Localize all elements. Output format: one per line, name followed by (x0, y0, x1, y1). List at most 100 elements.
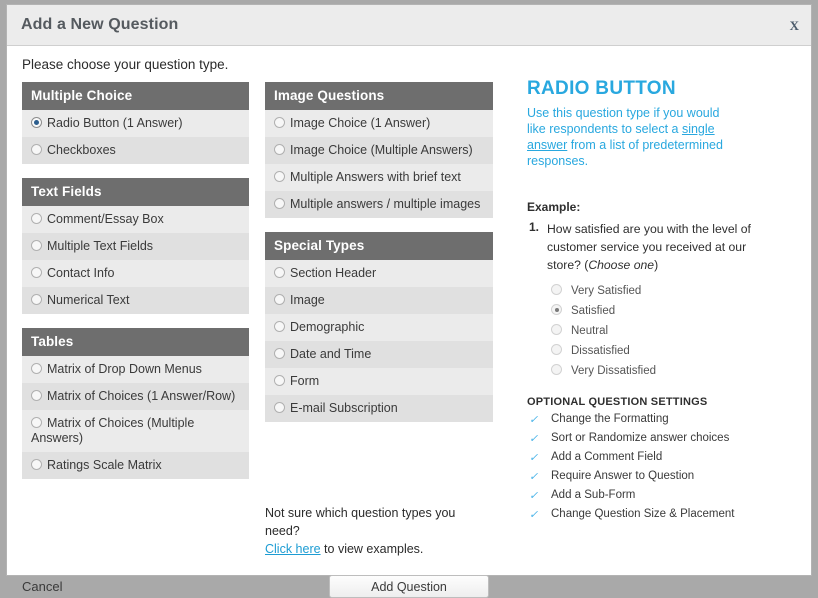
add-question-dialog: Add a New Question X Please choose your … (6, 4, 812, 598)
radio-icon[interactable] (274, 117, 285, 128)
radio-icon[interactable] (274, 267, 285, 278)
example-question-text: How satisfied are you with the level of … (547, 222, 751, 272)
question-type-option[interactable]: Date and Time (265, 341, 493, 368)
example-choice[interactable]: Very Satisfied (551, 284, 799, 298)
question-type-option[interactable]: Section Header (265, 260, 493, 287)
question-type-option[interactable]: E-mail Subscription (265, 395, 493, 422)
checkmark-icon: ✓ (529, 509, 539, 521)
radio-icon[interactable] (31, 390, 42, 401)
checkmark-icon: ✓ (529, 452, 539, 464)
radio-icon[interactable] (274, 144, 285, 155)
example-question-number: 1. (529, 220, 540, 234)
instruction-text: Please choose your question type. (22, 57, 229, 72)
question-type-option[interactable]: Matrix of Choices (Multiple Answers) (22, 410, 249, 452)
radio-icon[interactable] (31, 240, 42, 251)
radio-icon[interactable] (551, 284, 562, 295)
question-type-option[interactable]: Matrix of Choices (1 Answer/Row) (22, 383, 249, 410)
radio-icon[interactable] (274, 171, 285, 182)
helper-text: Not sure which question types you need? … (265, 504, 493, 558)
group-header: Special Types (265, 232, 493, 260)
example-choice-list: Very Satisfied Satisfied Neutral Dissatisfi… (527, 284, 799, 378)
question-type-option[interactable]: Demographic (265, 314, 493, 341)
question-type-column-left: Multiple Choice Radio Button (1 Answer) Ch… (22, 82, 249, 493)
checkmark-icon: ✓ (529, 414, 539, 426)
page-title: Add a New Question (21, 16, 179, 33)
radio-icon[interactable] (274, 348, 285, 359)
screen: Add a New Question X Please choose your … (0, 0, 818, 598)
question-type-option[interactable]: Checkboxes (22, 137, 249, 164)
question-type-option-label: Multiple answers / multiple images (290, 197, 481, 211)
checkmark-icon: ✓ (529, 433, 539, 445)
example-choice[interactable]: Dissatisfied (551, 344, 799, 358)
question-type-option[interactable]: Multiple Answers with brief text (265, 164, 493, 191)
radio-icon[interactable] (31, 267, 42, 278)
radio-icon[interactable] (31, 417, 42, 428)
radio-icon[interactable] (274, 402, 285, 413)
optional-setting-item: ✓ Change the Formatting (527, 412, 799, 427)
optional-setting-label: Sort or Randomize answer choices (551, 432, 730, 444)
radio-icon[interactable] (551, 324, 562, 335)
example-choice-label: Satisfied (571, 305, 616, 317)
example-choice[interactable]: Satisfied (551, 304, 799, 318)
cancel-button[interactable]: Cancel (22, 579, 62, 594)
radio-icon[interactable] (31, 144, 42, 155)
question-type-option-label: Date and Time (290, 347, 372, 361)
close-icon[interactable]: X (790, 18, 799, 34)
radio-icon[interactable] (551, 344, 562, 355)
question-type-option[interactable]: Image (265, 287, 493, 314)
click-here-link[interactable]: Click here (265, 542, 321, 556)
question-type-group: Multiple Choice Radio Button (1 Answer) Ch… (22, 82, 249, 164)
question-type-column-middle: Image Questions Image Choice (1 Answer) Im… (265, 82, 493, 436)
optional-setting-item: ✓ Add a Comment Field (527, 450, 799, 465)
radio-icon[interactable] (274, 321, 285, 332)
question-type-option-label: Radio Button (1 Answer) (47, 116, 183, 130)
optional-setting-item: ✓ Change Question Size & Placement (527, 507, 799, 522)
question-hint: Choose one (588, 258, 655, 272)
optional-setting-label: Change the Formatting (551, 413, 669, 425)
question-type-option[interactable]: Image Choice (Multiple Answers) (265, 137, 493, 164)
radio-icon[interactable] (274, 375, 285, 386)
add-question-button[interactable]: Add Question (329, 575, 489, 598)
question-type-option[interactable]: Image Choice (1 Answer) (265, 110, 493, 137)
question-type-option-label: Image Choice (Multiple Answers) (290, 143, 473, 157)
radio-icon[interactable] (274, 294, 285, 305)
question-type-option[interactable]: Ratings Scale Matrix (22, 452, 249, 479)
example-choice[interactable]: Neutral (551, 324, 799, 338)
question-type-option[interactable]: Matrix of Drop Down Menus (22, 356, 249, 383)
question-type-option[interactable]: Multiple answers / multiple images (265, 191, 493, 218)
question-type-group: Text Fields Comment/Essay Box Multiple Tex… (22, 178, 249, 314)
question-type-option-label: Contact Info (47, 266, 115, 280)
question-type-option-label: Multiple Answers with brief text (290, 170, 461, 184)
info-panel-description: Use this question type if you would like… (527, 105, 739, 169)
question-type-option-label: Section Header (290, 266, 377, 280)
radio-icon[interactable] (31, 117, 42, 128)
optional-setting-label: Require Answer to Question (551, 470, 695, 482)
question-type-option[interactable]: Numerical Text (22, 287, 249, 314)
radio-icon[interactable] (31, 294, 42, 305)
optional-setting-item: ✓ Sort or Randomize answer choices (527, 431, 799, 446)
info-panel-title: RADIO BUTTON (527, 78, 676, 99)
example-choice[interactable]: Very Dissatisfied (551, 364, 799, 378)
question-text-end: ) (654, 258, 659, 272)
radio-icon[interactable] (551, 364, 562, 375)
question-type-option[interactable]: Multiple Text Fields (22, 233, 249, 260)
radio-icon[interactable] (31, 213, 42, 224)
radio-icon[interactable] (31, 459, 42, 470)
question-type-option-label: Matrix of Drop Down Menus (47, 362, 202, 376)
question-type-option[interactable]: Radio Button (1 Answer) (22, 110, 249, 137)
radio-icon[interactable] (274, 198, 285, 209)
question-type-option[interactable]: Contact Info (22, 260, 249, 287)
example-choice-label: Neutral (571, 325, 609, 337)
optional-setting-label: Change Question Size & Placement (551, 508, 735, 520)
question-type-group: Special Types Section Header Image Demograp… (265, 232, 493, 422)
question-type-option[interactable]: Comment/Essay Box (22, 206, 249, 233)
info-panel: RADIO BUTTON Use this question type if y… (527, 78, 799, 522)
helper-line2: to view examples. (320, 542, 424, 556)
radio-icon[interactable] (551, 304, 562, 315)
question-type-option[interactable]: Form (265, 368, 493, 395)
radio-icon[interactable] (31, 363, 42, 374)
helper-line1: Not sure which question types you need? (265, 506, 456, 538)
question-type-group: Tables Matrix of Drop Down Menus Matrix of… (22, 328, 249, 479)
question-type-option-label: Demographic (290, 320, 365, 334)
optional-settings-title: OPTIONAL QUESTION SETTINGS (527, 396, 708, 408)
